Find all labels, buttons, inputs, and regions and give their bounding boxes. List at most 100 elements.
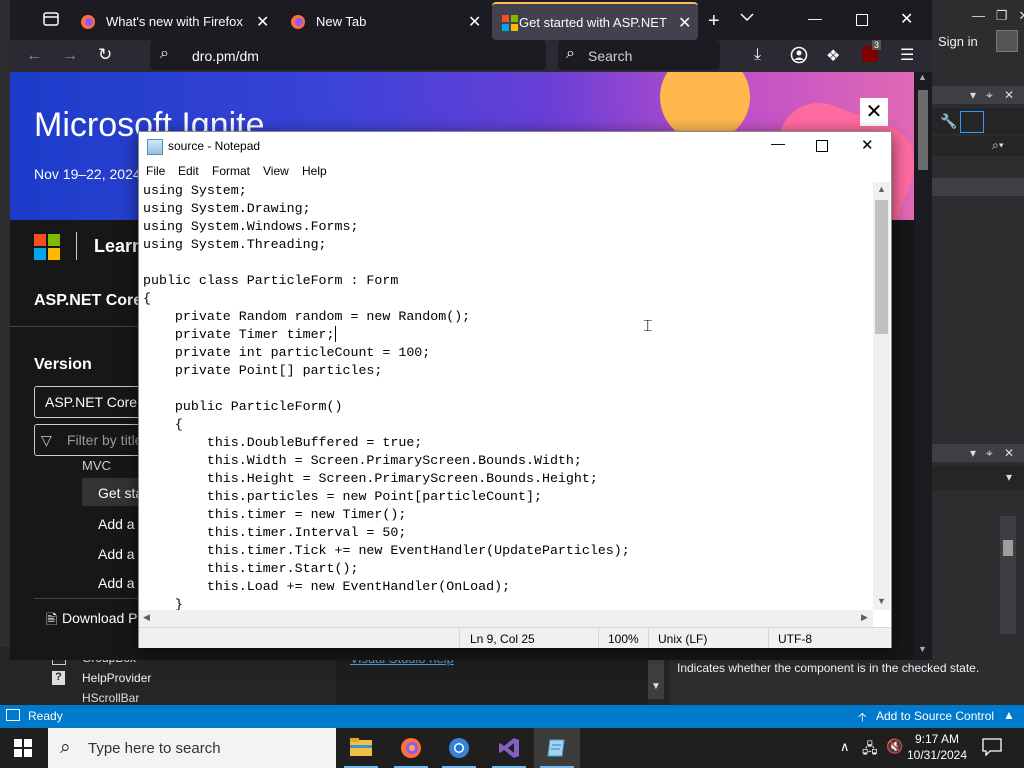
vs-scrollbar[interactable] bbox=[1000, 516, 1016, 634]
list-all-tabs-icon[interactable] bbox=[740, 12, 754, 22]
account-icon[interactable] bbox=[790, 46, 808, 64]
close-icon[interactable]: ✕ bbox=[1004, 88, 1014, 102]
scroll-down-icon[interactable]: ▼ bbox=[877, 596, 886, 606]
add-to-source-control-button[interactable]: Add to Source Control bbox=[876, 709, 994, 723]
pin-icon[interactable]: ⌖ bbox=[986, 446, 993, 461]
search-icon[interactable]: ⌕▾ bbox=[992, 138, 1004, 153]
scroll-left-icon[interactable]: ◀ bbox=[143, 612, 150, 623]
properties-view-icon[interactable] bbox=[960, 111, 984, 133]
close-banner-button[interactable]: ✕ bbox=[860, 98, 888, 126]
status-line-ending: Unix (LF) bbox=[658, 632, 708, 646]
breadcrumb-title[interactable]: ASP.NET Core bbox=[34, 292, 142, 310]
chevron-up-icon[interactable]: ∧ bbox=[840, 739, 850, 755]
minimize-icon[interactable]: — bbox=[771, 135, 785, 151]
scroll-thumb[interactable] bbox=[875, 200, 888, 334]
close-tab-icon[interactable]: ✕ bbox=[678, 13, 691, 33]
clock-date: 10/31/2024 bbox=[906, 748, 968, 762]
menu-edit[interactable]: Edit bbox=[178, 164, 199, 178]
close-icon[interactable]: ✕ bbox=[1004, 446, 1014, 460]
new-tab-icon[interactable]: + bbox=[708, 10, 720, 33]
close-tab-icon[interactable]: ✕ bbox=[468, 12, 481, 32]
menu-icon[interactable]: ☰ bbox=[900, 45, 914, 65]
file-explorer-icon[interactable] bbox=[338, 728, 384, 768]
tab-strip: What's new with Firefox ✕ New Tab ✕ Get … bbox=[10, 0, 932, 40]
extensions-icon[interactable]: ❖ bbox=[826, 46, 840, 66]
scroll-down-icon[interactable]: ▼ bbox=[651, 681, 661, 692]
scroll-thumb[interactable] bbox=[1003, 540, 1013, 556]
menu-help[interactable]: Help bbox=[302, 164, 327, 178]
tab-whats-new[interactable]: What's new with Firefox ✕ bbox=[70, 4, 275, 38]
chevron-down-icon[interactable]: ▾ bbox=[1006, 470, 1012, 484]
pin-icon[interactable]: ⌖ bbox=[986, 88, 993, 103]
menu-format[interactable]: Format bbox=[212, 164, 250, 178]
vs-close-icon[interactable]: ✕ bbox=[1018, 8, 1024, 23]
learn-link[interactable]: Learn bbox=[94, 236, 143, 257]
vs-minimize-icon[interactable]: — bbox=[972, 8, 985, 23]
vs-selected-row[interactable] bbox=[932, 178, 1024, 196]
horizontal-scrollbar[interactable]: ◀ ▶ bbox=[139, 610, 873, 627]
tab-new-tab[interactable]: New Tab ✕ bbox=[280, 4, 490, 38]
toolbox-item-helpprovider[interactable]: HelpProvider bbox=[82, 671, 151, 685]
volume-muted-icon[interactable]: 🔇 bbox=[886, 738, 903, 755]
firefox-icon[interactable] bbox=[388, 728, 434, 768]
scroll-up-icon[interactable]: ▲ bbox=[918, 72, 927, 82]
page-scrollbar[interactable]: ▲ ▼ bbox=[914, 72, 932, 660]
taskbar-clock[interactable]: 9:17 AM 10/31/2024 bbox=[905, 731, 969, 763]
search-box[interactable]: ⌕ Search bbox=[558, 40, 720, 70]
scroll-up-icon[interactable]: ▲ bbox=[877, 184, 886, 194]
notepad-menu-bar: File Edit Format View Help bbox=[139, 160, 891, 182]
version-select[interactable]: ASP.NET Core in bbox=[34, 386, 152, 418]
maximize-icon[interactable] bbox=[856, 14, 868, 26]
vs-sign-in-link[interactable]: Sign in bbox=[938, 34, 978, 49]
back-icon[interactable]: ← bbox=[26, 47, 42, 65]
forward-icon[interactable]: → bbox=[62, 47, 78, 65]
close-icon[interactable]: ✕ bbox=[861, 136, 874, 154]
nav-item[interactable]: Add a bbox=[98, 575, 135, 591]
toolbox-item-hscrollbar[interactable]: HScrollBar bbox=[82, 691, 139, 703]
code-line: { bbox=[143, 417, 183, 432]
maximize-icon[interactable] bbox=[816, 140, 828, 152]
microsoft-logo-icon[interactable] bbox=[34, 234, 60, 260]
filter-icon: ▽ bbox=[41, 432, 52, 448]
dropdown-arrow-icon[interactable]: ▾ bbox=[970, 88, 976, 102]
taskbar-search-box[interactable]: ⌕ Type here to search bbox=[48, 728, 336, 768]
notepad-text-area[interactable]: using System; using System.Drawing; using … bbox=[143, 182, 873, 610]
scroll-down-icon[interactable]: ▼ bbox=[918, 644, 927, 654]
firefox-view-icon[interactable] bbox=[42, 10, 60, 28]
ublock-icon[interactable]: 3 bbox=[862, 40, 882, 62]
network-icon[interactable]: 🖧 bbox=[862, 738, 878, 762]
scroll-thumb[interactable] bbox=[918, 90, 928, 170]
close-tab-icon[interactable]: ✕ bbox=[256, 12, 269, 32]
menu-file[interactable]: File bbox=[146, 164, 165, 178]
downloads-icon[interactable]: ⤓ bbox=[754, 46, 761, 64]
chevron-up-icon[interactable]: ▲ bbox=[1003, 708, 1015, 722]
vs-restore-icon[interactable]: ❐ bbox=[996, 8, 1008, 23]
url-text[interactable]: dro.pm/dm bbox=[192, 48, 259, 64]
minimize-icon[interactable]: — bbox=[808, 10, 822, 26]
nav-item[interactable]: Add a bbox=[98, 546, 135, 562]
code-line: using System.Threading; bbox=[143, 237, 327, 252]
wrench-icon[interactable]: 🔧 bbox=[940, 113, 957, 130]
scroll-right-icon[interactable]: ▶ bbox=[861, 612, 868, 623]
vs-search-bar: ⌕▾ bbox=[932, 136, 1024, 156]
nav-item-mvc[interactable]: MVC bbox=[82, 458, 111, 470]
vertical-scrollbar[interactable]: ▲ ▼ bbox=[873, 182, 890, 610]
chrome-icon[interactable] bbox=[436, 728, 482, 768]
reload-icon[interactable]: ↻ bbox=[98, 45, 112, 65]
notepad-icon[interactable] bbox=[534, 728, 580, 768]
windows-start-icon[interactable] bbox=[14, 739, 32, 757]
dropdown-arrow-icon[interactable]: ▾ bbox=[970, 446, 976, 460]
url-bar[interactable]: ⌕ dro.pm/dm bbox=[150, 40, 546, 70]
nav-item-get-started[interactable]: Get started bbox=[82, 478, 167, 506]
visual-studio-icon[interactable] bbox=[486, 728, 532, 768]
vs-properties-toolbar: 🔧 bbox=[932, 108, 1024, 134]
nav-item[interactable]: Add a bbox=[98, 516, 135, 532]
close-window-icon[interactable]: ✕ bbox=[900, 9, 913, 29]
notepad-title-bar[interactable]: source - Notepad — ✕ bbox=[139, 132, 891, 160]
vs-dropdown[interactable]: ▾ bbox=[932, 466, 1024, 490]
filter-input[interactable]: ▽ Filter by title bbox=[34, 424, 146, 456]
menu-view[interactable]: View bbox=[263, 164, 289, 178]
tab-get-started-aspnet[interactable]: Get started with ASP.NET Core ✕ bbox=[492, 2, 698, 40]
vs-account-icon[interactable] bbox=[996, 30, 1018, 52]
notification-icon[interactable] bbox=[982, 738, 1002, 756]
